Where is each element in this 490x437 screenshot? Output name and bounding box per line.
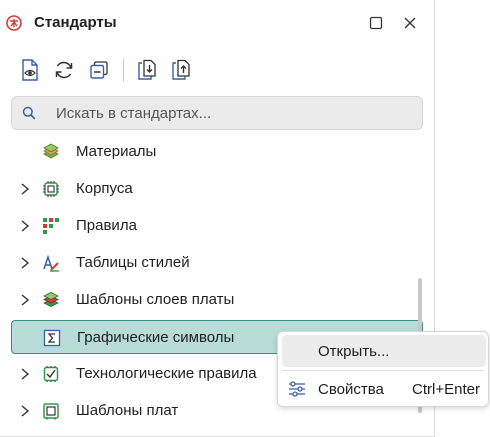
tree-item-packages[interactable]: Корпуса xyxy=(11,172,423,206)
menu-item-open[interactable]: Открыть... xyxy=(282,335,486,367)
tree-item-board-layer-templates[interactable]: Шаблоны слоев платы xyxy=(11,283,423,317)
search-box xyxy=(11,96,423,130)
style-tables-icon xyxy=(42,254,60,272)
tree-item-rules[interactable]: Правила xyxy=(11,209,423,243)
board-layers-icon xyxy=(42,291,60,309)
package-chip-icon xyxy=(42,180,60,198)
tree-item-label: Технологические правила xyxy=(76,365,257,382)
export-button[interactable] xyxy=(167,56,195,84)
tech-rules-icon xyxy=(42,365,60,383)
menu-item-open-label: Открыть... xyxy=(318,343,390,360)
panel-titlebar: Стандарты xyxy=(0,0,434,46)
tree-item-label: Правила xyxy=(76,217,137,234)
chevron-right-icon[interactable] xyxy=(19,293,31,307)
maximize-button[interactable] xyxy=(366,13,386,33)
chevron-right-icon[interactable] xyxy=(19,256,31,270)
collapse-icon xyxy=(90,61,108,79)
menu-item-properties-shortcut: Ctrl+Enter xyxy=(412,381,480,398)
tree-item-label: Шаблоны плат xyxy=(76,402,179,419)
materials-icon xyxy=(42,143,60,161)
tree-item-label: Графические символы xyxy=(77,329,235,346)
chevron-right-icon[interactable] xyxy=(19,182,31,196)
import-icon xyxy=(138,59,156,80)
menu-item-properties[interactable]: Свойства Ctrl+Enter xyxy=(282,373,486,405)
view-document-button[interactable] xyxy=(16,56,44,84)
export-icon xyxy=(172,59,190,80)
board-templates-icon xyxy=(42,402,60,420)
chevron-right-icon[interactable] xyxy=(19,367,31,381)
tree-item-materials[interactable]: Материалы xyxy=(11,135,423,169)
toolbar-separator xyxy=(123,58,124,82)
tree-item-style-tables[interactable]: Таблицы стилей xyxy=(11,246,423,280)
search-icon xyxy=(22,106,36,120)
refresh-button[interactable] xyxy=(50,56,78,84)
tree-item-label: Корпуса xyxy=(76,180,133,197)
search-input[interactable] xyxy=(56,97,406,129)
rules-grid-icon xyxy=(42,217,60,235)
chevron-right-icon[interactable] xyxy=(19,219,31,233)
standards-logo-icon xyxy=(6,15,22,31)
close-button[interactable] xyxy=(400,13,420,33)
chevron-right-icon[interactable] xyxy=(19,404,31,418)
tree-item-label: Шаблоны слоев платы xyxy=(76,291,235,308)
maximize-icon xyxy=(369,16,383,30)
panel-title: Стандарты xyxy=(34,14,117,31)
collapse-all-button[interactable] xyxy=(85,56,113,84)
document-eye-icon xyxy=(22,59,38,81)
sliders-icon xyxy=(288,381,306,397)
menu-separator xyxy=(282,370,484,371)
tree-item-label: Материалы xyxy=(76,143,157,160)
refresh-icon xyxy=(55,61,73,79)
close-icon xyxy=(404,17,416,29)
menu-item-properties-label: Свойства xyxy=(318,381,384,398)
context-menu: Открыть... Свойства Ctrl+Enter xyxy=(277,331,489,407)
tree-item-label: Таблицы стилей xyxy=(76,254,190,271)
import-button[interactable] xyxy=(133,56,161,84)
sigma-symbol-icon xyxy=(43,329,61,347)
